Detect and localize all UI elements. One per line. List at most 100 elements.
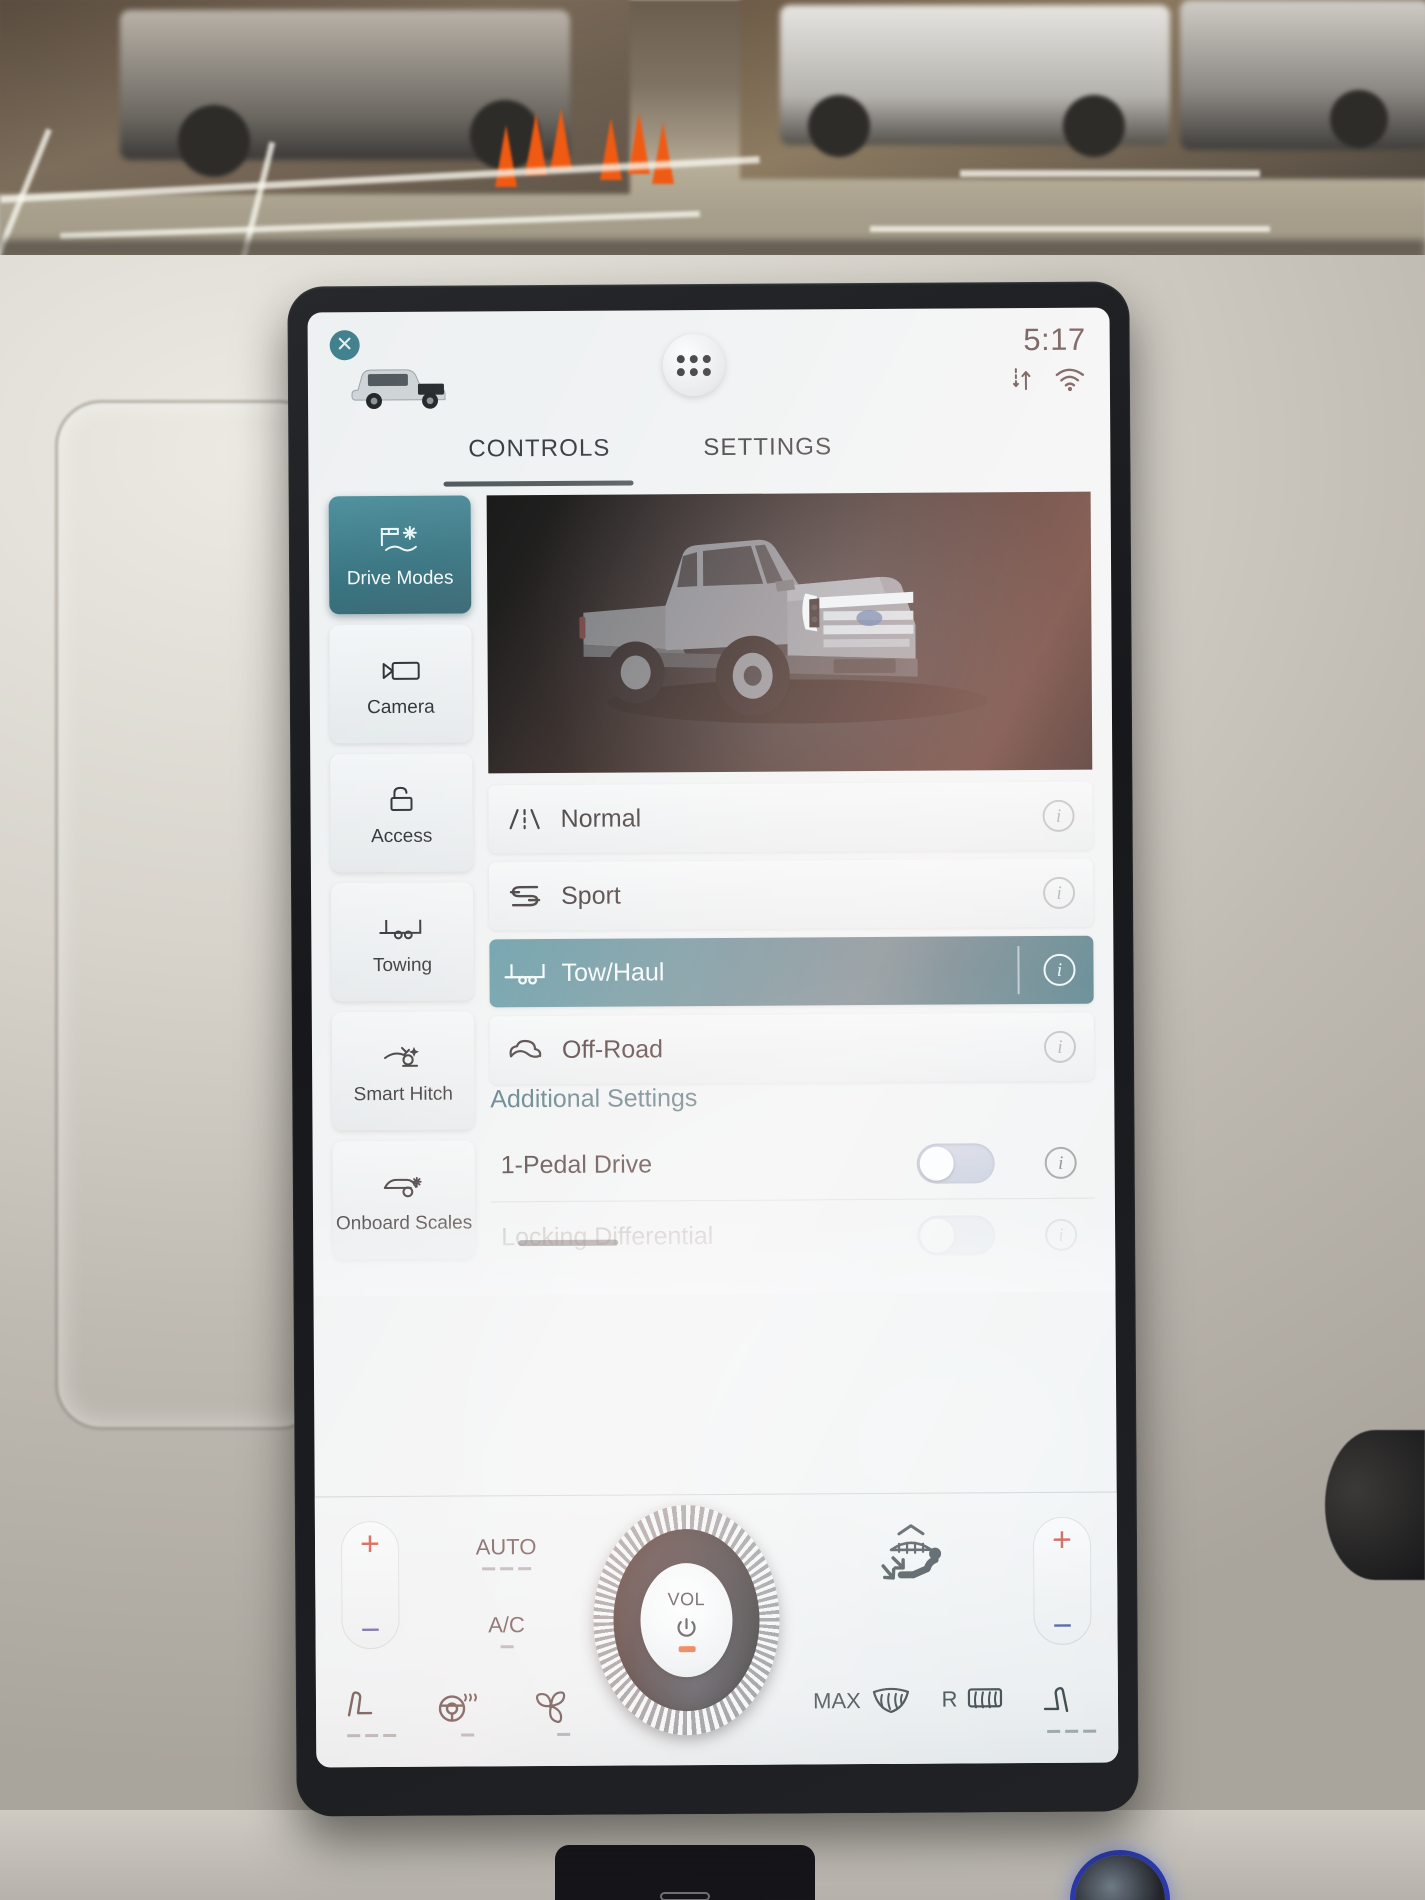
sidebar-item-access[interactable]: Access: [330, 753, 473, 873]
tab-active-indicator: [443, 480, 634, 487]
sidebar-item-camera[interactable]: Camera: [329, 624, 473, 744]
max-label: MAX: [813, 1688, 861, 1714]
passenger-seat-heat-ticks: [1038, 1729, 1104, 1733]
climate-control-bar: + − AUTO A/C VOL + − MAX R: [314, 1491, 1119, 1768]
ac-label: A/C: [488, 1612, 525, 1638]
volume-label: VOL: [667, 1588, 706, 1609]
fan-icon: [530, 1686, 596, 1726]
fan-speed-button[interactable]: [530, 1686, 596, 1736]
sidebar-item-label: Onboard Scales: [335, 1212, 473, 1235]
smart-hitch-icon: [377, 1036, 429, 1078]
max-defrost-button[interactable]: MAX: [808, 1684, 918, 1719]
passenger-temp-decrease[interactable]: −: [1052, 1607, 1072, 1645]
airflow-direction-button[interactable]: [869, 1523, 999, 1602]
vehicle-hero-image: [486, 491, 1093, 774]
status-bar: ✕ 5:17: [307, 308, 1110, 431]
airflow-direction-icon: [869, 1523, 999, 1602]
ac-level-ticks: [442, 1645, 572, 1649]
info-icon[interactable]: i: [1043, 953, 1076, 986]
touchscreen-bezel: ✕ 5:17 CONTROLS SETTINGS Drive Modes Cam…: [287, 281, 1139, 1817]
drive-modes-icon: [376, 520, 424, 562]
sidebar-item-label: Drive Modes: [346, 567, 454, 590]
vehicle-thumbnail[interactable]: [344, 344, 454, 413]
driver-temp-increase[interactable]: +: [360, 1525, 380, 1563]
driver-seat-heat-button[interactable]: [338, 1687, 404, 1738]
rear-defrost-button[interactable]: R: [926, 1683, 1022, 1716]
info-icon[interactable]: i: [1042, 876, 1076, 909]
normal-road-icon: [489, 807, 561, 831]
sidebar-item-drive-modes[interactable]: Drive Modes: [328, 495, 472, 615]
power-icon: [673, 1615, 699, 1641]
onboard-scales-icon: [377, 1165, 431, 1207]
tow-haul-icon: [489, 960, 561, 986]
info-icon[interactable]: i: [1044, 1146, 1077, 1179]
dashboard-trim-groove: [55, 400, 325, 1430]
drive-mode-tow-haul[interactable]: Tow/Haul i: [489, 935, 1094, 1008]
info-icon[interactable]: i: [1043, 1030, 1077, 1063]
max-defrost-icon: [869, 1684, 913, 1718]
steering-wheel-heat-ticks: [434, 1733, 500, 1737]
steering-wheel-heat-icon: [434, 1686, 500, 1726]
one-pedal-drive-toggle[interactable]: [916, 1142, 995, 1184]
tab-bar: CONTROLS SETTINGS: [308, 426, 1110, 497]
ac-button[interactable]: A/C: [441, 1612, 571, 1649]
driver-seat-heat-icon: [338, 1687, 404, 1727]
sidebar-item-smart-hitch[interactable]: Smart Hitch: [331, 1011, 475, 1131]
status-icons: [1010, 366, 1086, 392]
row-divider: [1017, 946, 1020, 995]
data-transfer-icon: [1010, 366, 1032, 392]
fan-speed-ticks: [530, 1732, 596, 1736]
wifi-icon: [1054, 366, 1086, 392]
drive-mode-label: Tow/Haul: [561, 957, 665, 987]
setting-row-1-pedal-drive[interactable]: 1-Pedal Drive i: [490, 1126, 1095, 1203]
clock: 5:17: [1023, 321, 1086, 358]
tab-controls[interactable]: CONTROLS: [468, 435, 610, 464]
drive-mode-sport[interactable]: Sport i: [488, 858, 1094, 931]
touchscreen-display[interactable]: ✕ 5:17 CONTROLS SETTINGS Drive Modes Cam…: [307, 307, 1119, 1768]
tab-settings[interactable]: SETTINGS: [703, 433, 832, 462]
passenger-seat-heat-icon: [1038, 1683, 1104, 1723]
sidebar-item-label: Access: [371, 825, 433, 848]
f150-lightning-render: [579, 539, 988, 724]
sidebar-item-onboard-scales[interactable]: Onboard Scales: [332, 1140, 476, 1260]
driver-seat-heat-ticks: [338, 1733, 404, 1738]
sidebar: Drive Modes Camera Access Towing Smart H…: [328, 495, 476, 1270]
passenger-seat-heat-button[interactable]: [1038, 1683, 1104, 1733]
drive-mode-normal[interactable]: Normal i: [488, 781, 1093, 854]
info-icon[interactable]: i: [1045, 1218, 1078, 1251]
passenger-temperature-stepper[interactable]: + −: [1032, 1516, 1092, 1646]
drive-mode-label: Off-Road: [561, 1034, 664, 1064]
camera-icon: [377, 649, 425, 691]
towing-trailer-icon: [376, 907, 428, 949]
drive-mode-label: Normal: [560, 803, 642, 833]
sidebar-item-label: Towing: [372, 954, 433, 977]
driver-temp-decrease[interactable]: −: [360, 1611, 380, 1649]
driver-temperature-stepper[interactable]: + −: [340, 1520, 400, 1650]
usb-c-port: [660, 1892, 710, 1900]
auto-level-ticks: [441, 1567, 571, 1571]
door-speaker: [1325, 1430, 1425, 1580]
rear-defrost-icon: [964, 1683, 1006, 1715]
auto-label: AUTO: [475, 1534, 537, 1560]
setting-row-locking-differential[interactable]: Locking Differential i: [490, 1198, 1096, 1275]
drive-mode-label: Sport: [560, 881, 621, 910]
sidebar-item-label: Smart Hitch: [353, 1083, 453, 1106]
content-area: Drive Modes Camera Access Towing Smart H…: [309, 491, 1117, 1497]
additional-settings-title: Additional Settings: [490, 1084, 698, 1114]
setting-label: Locking Differential: [501, 1222, 714, 1252]
steering-wheel-heat-button[interactable]: [434, 1686, 500, 1737]
apps-grid-icon[interactable]: [662, 333, 726, 397]
scroll-indicator[interactable]: [518, 1239, 619, 1247]
setting-label: 1-Pedal Drive: [500, 1150, 653, 1180]
auto-button[interactable]: AUTO: [441, 1534, 571, 1571]
info-icon[interactable]: i: [1042, 799, 1075, 832]
drive-mode-off-road[interactable]: Off-Road i: [489, 1012, 1095, 1085]
passenger-temp-increase[interactable]: +: [1052, 1521, 1072, 1559]
power-button[interactable]: VOL: [640, 1562, 733, 1678]
background-truck-3: [1180, 0, 1425, 150]
sport-s-icon: [489, 882, 561, 910]
off-road-icon: [490, 1036, 562, 1064]
locking-differential-toggle[interactable]: [917, 1214, 996, 1256]
sidebar-item-towing[interactable]: Towing: [330, 882, 474, 1002]
rear-label: R: [941, 1686, 958, 1712]
